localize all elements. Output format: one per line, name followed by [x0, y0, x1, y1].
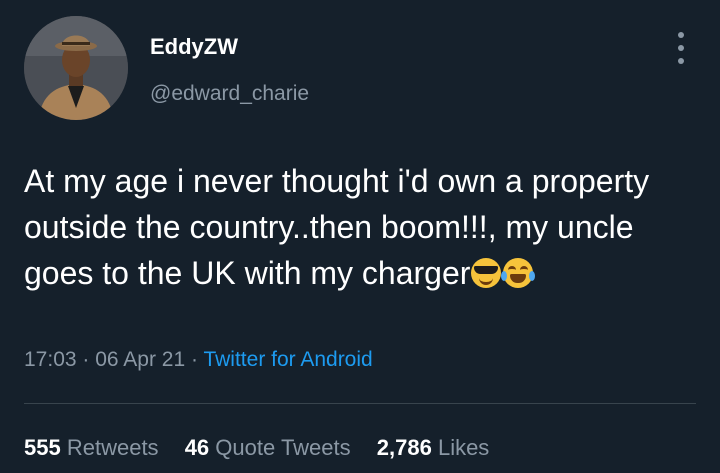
- smiling-face-with-sunglasses-icon: [471, 258, 502, 288]
- quote-tweets-count: 46: [184, 435, 210, 460]
- quote-tweets-stat[interactable]: 46 Quote Tweets: [185, 435, 351, 460]
- likes-stat[interactable]: 2,786 Likes: [377, 435, 490, 460]
- meta-separator: ·: [191, 348, 198, 371]
- tweet-body: At my age i never thought i'd own a prop…: [24, 163, 650, 291]
- display-name[interactable]: EddyZW: [150, 34, 238, 60]
- tweet-card: EddyZW @edward_charie At my age i never …: [0, 0, 720, 473]
- quote-tweets-label: Quote Tweets: [215, 435, 351, 460]
- retweets-count: 555: [24, 435, 61, 460]
- more-dot: [678, 45, 684, 51]
- likes-label: Likes: [437, 435, 490, 460]
- more-dot: [678, 58, 684, 64]
- more-dot: [678, 32, 684, 38]
- avatar-image: [24, 16, 128, 120]
- tweet-text: At my age i never thought i'd own a prop…: [24, 158, 674, 296]
- tweet-date[interactable]: 06 Apr 21: [95, 348, 185, 371]
- likes-count: 2,786: [376, 435, 432, 460]
- more-options-icon[interactable]: [670, 32, 692, 64]
- tweet-time[interactable]: 17:03: [24, 348, 77, 371]
- face-with-tears-of-joy-icon: [501, 258, 536, 288]
- divider: [24, 403, 696, 404]
- user-handle[interactable]: @edward_charie: [150, 82, 309, 106]
- tweet-source-link[interactable]: Twitter for Android: [203, 348, 372, 371]
- meta-separator: ·: [82, 348, 90, 371]
- avatar[interactable]: [24, 16, 128, 120]
- retweets-label: Retweets: [66, 435, 159, 460]
- tweet-meta: 17:03 · 06 Apr 21 · Twitter for Android: [24, 348, 373, 372]
- retweets-stat[interactable]: 555 Retweets: [24, 435, 159, 460]
- tweet-stats: 555 Retweets 46 Quote Tweets 2,786 Likes: [24, 435, 509, 461]
